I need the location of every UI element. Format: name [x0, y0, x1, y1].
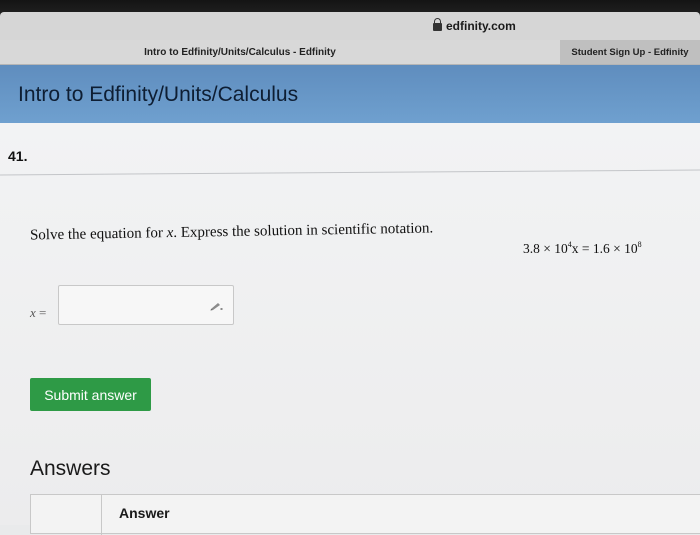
column-divider [101, 495, 102, 535]
prompt-text: Solve the equation for [29, 225, 167, 244]
tab-strip: Intro to Edfinity/Units/Calculus - Edfin… [0, 40, 700, 65]
answers-table: Answer [30, 494, 700, 535]
pencil-icon[interactable] [209, 301, 223, 311]
equation-middle: x = 1.6 × 10 [571, 241, 638, 256]
equation-left: 3.8 × 10 [523, 241, 568, 256]
answer-input[interactable] [58, 285, 234, 325]
answer-column-header: Answer [119, 505, 170, 521]
domain-text: edfinity.com [446, 19, 516, 33]
equation: 3.8 × 104x = 1.6 × 108 [523, 240, 642, 257]
equation-right-exponent: 8 [637, 240, 642, 249]
address-bar[interactable] [0, 12, 700, 40]
tab-student-signup[interactable]: Student Sign Up - Edfinity [560, 40, 700, 64]
answers-heading: Answers [30, 457, 111, 480]
page-title: Intro to Edfinity/Units/Calculus [18, 83, 299, 106]
question-number: 41. [8, 148, 28, 164]
input-label: x = [30, 305, 46, 321]
input-label-equals: = [35, 305, 47, 320]
tab-edfinity-calculus[interactable]: Intro to Edfinity/Units/Calculus - Edfin… [0, 40, 560, 64]
prompt-text-end: . Express the solution in scientific not… [173, 220, 434, 242]
tab-label: Student Sign Up - Edfinity [571, 46, 689, 58]
submit-answer-button[interactable]: Submit answer [30, 378, 151, 411]
tab-label: Intro to Edfinity/Units/Calculus - Edfin… [144, 46, 336, 58]
url-domain[interactable]: edfinity.com [433, 18, 516, 33]
lock-icon [433, 18, 442, 31]
